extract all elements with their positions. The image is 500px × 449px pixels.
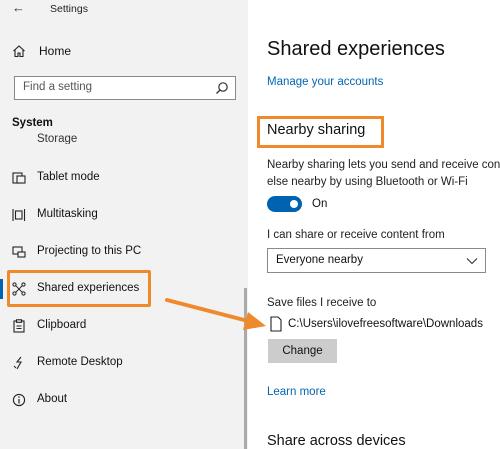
- sidebar-item-label: Multitasking: [37, 208, 98, 220]
- page-title: Shared experiences: [267, 38, 445, 60]
- learn-more-link[interactable]: Learn more: [267, 386, 326, 398]
- search-input[interactable]: Find a setting: [14, 76, 236, 100]
- sidebar-item-storage[interactable]: Storage: [37, 131, 157, 144]
- file-icon: [270, 316, 282, 332]
- info-icon: [12, 393, 26, 407]
- projecting-icon: [12, 245, 26, 259]
- back-arrow-icon[interactable]: ←: [12, 0, 25, 16]
- sidebar-scrollbar[interactable]: [244, 288, 247, 449]
- sidebar-item-about[interactable]: About: [0, 387, 248, 413]
- sidebar-item-label: Storage: [37, 133, 78, 144]
- sidebar-item-label: Remote Desktop: [37, 356, 123, 368]
- description-line: Nearby sharing lets you send and receive…: [267, 159, 500, 171]
- window-title: Settings: [50, 3, 88, 15]
- settings-sidebar: ← Settings Home Find a setting System St…: [0, 0, 248, 449]
- search-placeholder: Find a setting: [23, 81, 93, 93]
- nearby-sharing-heading: Nearby sharing: [267, 122, 366, 138]
- dropdown-value: Everyone nearby: [276, 254, 363, 266]
- sidebar-item-label: Clipboard: [37, 319, 87, 331]
- tablet-mode-icon: [12, 171, 26, 185]
- nearby-sharing-description: Nearby sharing lets you send and receive…: [267, 157, 500, 191]
- multitasking-icon: [12, 208, 26, 222]
- sidebar-item-clipboard[interactable]: Clipboard: [0, 313, 248, 339]
- section-title-system: System: [12, 117, 53, 129]
- save-files-label: Save files I receive to: [267, 297, 377, 309]
- toggle-knob: [290, 200, 298, 208]
- change-location-button[interactable]: Change: [268, 339, 337, 363]
- manage-accounts-link[interactable]: Manage your accounts: [267, 76, 383, 88]
- sidebar-item-label: About: [37, 393, 68, 405]
- save-path: C:\Users\ilovefreesoftware\Downloads: [288, 318, 483, 330]
- nearby-sharing-toggle[interactable]: [267, 196, 302, 212]
- sidebar-item-multitasking[interactable]: Multitasking: [0, 202, 248, 228]
- sidebar-item-tablet-mode[interactable]: Tablet mode: [0, 165, 248, 191]
- remote-desktop-icon: [12, 356, 26, 370]
- annotation-highlight-box: [7, 270, 151, 307]
- main-content: Shared experiences Manage your accounts …: [248, 0, 500, 449]
- description-line: else nearby by using Bluetooth or Wi-Fi: [267, 176, 468, 188]
- sidebar-item-projecting[interactable]: Projecting to this PC: [0, 239, 248, 265]
- home-nav-item[interactable]: Home: [12, 42, 71, 60]
- search-icon[interactable]: [215, 81, 229, 95]
- sidebar-item-remote-desktop[interactable]: Remote Desktop: [0, 350, 248, 376]
- share-across-devices-heading: Share across devices: [267, 433, 406, 449]
- clipboard-icon: [12, 319, 26, 333]
- chevron-down-icon: [466, 254, 478, 266]
- home-label: Home: [39, 44, 72, 58]
- share-from-dropdown[interactable]: Everyone nearby: [267, 248, 486, 273]
- title-bar: ← Settings: [0, 0, 248, 22]
- sidebar-item-label: Tablet mode: [37, 171, 100, 183]
- sidebar-item-label: Projecting to this PC: [37, 245, 142, 257]
- toggle-state-label: On: [312, 198, 328, 210]
- share-from-label: I can share or receive content from: [267, 229, 445, 241]
- home-icon: [12, 44, 26, 58]
